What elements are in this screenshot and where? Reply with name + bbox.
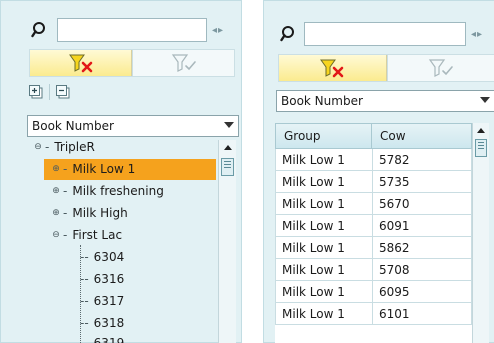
left-apply-filter-button[interactable] xyxy=(132,50,234,76)
tree-leaf-cow[interactable]: -- 6318 xyxy=(80,312,127,333)
collapse-all-icon[interactable] xyxy=(54,83,72,101)
tree-node-label: Milk Low 1 xyxy=(69,160,139,177)
left-search-input[interactable] xyxy=(57,18,207,42)
expand-all-icon[interactable] xyxy=(27,83,45,101)
table-row[interactable]: Milk Low 1 5735 xyxy=(275,171,472,193)
right-search-input[interactable] xyxy=(304,22,466,46)
right-filter-bar xyxy=(278,54,494,82)
cell-cow: 6095 xyxy=(379,284,410,299)
search-icon[interactable] xyxy=(280,24,300,44)
tree-leaf-label: 6304 xyxy=(93,249,125,264)
tree-node-label: Milk High xyxy=(72,205,128,220)
cell-group: Milk Low 1 xyxy=(276,281,373,302)
tree-connector: -- xyxy=(80,335,89,343)
cell-group: Milk Low 1 xyxy=(276,215,373,236)
cell-group: Milk Low 1 xyxy=(276,303,373,324)
table-row[interactable]: Milk Low 1 5862 xyxy=(275,237,472,259)
left-filter-bar xyxy=(29,49,235,77)
table-row[interactable]: Milk Low 1 6095 xyxy=(275,281,472,303)
funnel-check-icon xyxy=(428,59,453,77)
tree-node-milk-high[interactable]: ⊕ - Milk High xyxy=(50,202,131,223)
collapse-node-icon[interactable]: ⊖ xyxy=(32,141,44,153)
right-clear-filter-button[interactable] xyxy=(279,55,387,81)
table-header: Group Cow xyxy=(275,123,472,149)
tree-connector: - xyxy=(63,205,68,220)
search-icon[interactable] xyxy=(31,20,51,40)
left-search-row: ◂▸ xyxy=(31,16,229,44)
tree-node-root[interactable]: ⊖ - TripleR xyxy=(32,136,98,157)
right-dropdown-value: Book Number xyxy=(281,94,363,108)
collapse-node-icon[interactable]: ⊖ xyxy=(50,229,62,241)
tree-node-label: TripleR xyxy=(54,139,95,154)
cow-group-table: Group Cow Milk Low 1 5782 Milk Low 1 573… xyxy=(275,123,472,343)
tree-leaf-cow[interactable]: -- 6317 xyxy=(80,290,127,311)
funnel-clear-icon xyxy=(320,59,344,78)
tree-connector: -- xyxy=(80,293,89,308)
scroll-thumb[interactable] xyxy=(221,158,234,176)
column-header-cow[interactable]: Cow xyxy=(372,124,471,148)
tree-node-first-lac[interactable]: ⊖ - First Lac xyxy=(50,224,125,245)
expand-node-icon[interactable]: ⊕ xyxy=(50,207,62,219)
left-dropdown-value: Book Number xyxy=(32,119,114,133)
tree-connector: -- xyxy=(80,249,89,264)
tree-leaf-label: 6316 xyxy=(93,271,125,286)
scroll-up-arrow-icon[interactable] xyxy=(473,125,489,135)
tree-connector: -- xyxy=(80,315,89,330)
cell-cow: 5735 xyxy=(379,174,410,189)
left-nav-arrows-icon[interactable]: ◂▸ xyxy=(207,25,229,36)
chevron-down-icon[interactable] xyxy=(480,97,490,103)
table-row[interactable]: Milk Low 1 6101 xyxy=(275,303,472,325)
cell-cow: 5782 xyxy=(379,152,410,167)
tree-toolbar xyxy=(27,81,72,103)
cell-cow: 5708 xyxy=(379,262,410,277)
table-row[interactable]: Milk Low 1 5782 xyxy=(275,149,472,171)
tree-leaf-label: 6317 xyxy=(93,293,125,308)
cell-cow: 6091 xyxy=(379,218,410,233)
scroll-up-arrow-icon[interactable] xyxy=(219,142,236,152)
tree-connector: - xyxy=(63,183,68,198)
expand-node-icon[interactable]: ⊕ xyxy=(50,163,62,175)
tree-leaf-cow[interactable]: -- 6304 xyxy=(80,246,127,267)
right-nav-arrows-icon[interactable]: ◂▸ xyxy=(466,29,488,40)
scroll-thumb[interactable] xyxy=(475,139,487,157)
tree-connector: - xyxy=(63,161,68,176)
cell-group: Milk Low 1 xyxy=(276,237,373,258)
left-clear-filter-button[interactable] xyxy=(30,50,132,76)
tree-leaf-cow[interactable]: -- 6316 xyxy=(80,268,127,289)
tree-leaf-label: 6319 xyxy=(93,335,125,343)
tree-leaf-cow[interactable]: -- 6319 xyxy=(80,332,127,343)
tree-connector: -- xyxy=(80,271,89,286)
cell-group: Milk Low 1 xyxy=(276,171,373,192)
right-search-row: ◂▸ xyxy=(280,20,488,48)
right-group-by-dropdown[interactable]: Book Number xyxy=(276,90,494,112)
chevron-down-icon[interactable] xyxy=(224,122,234,128)
right-apply-filter-button[interactable] xyxy=(386,55,494,81)
tree-connector: - xyxy=(63,227,68,242)
tree-node-milk-low-1[interactable]: ⊕ - Milk Low 1 xyxy=(50,158,139,179)
funnel-check-icon xyxy=(171,54,196,72)
cell-cow: 5862 xyxy=(379,240,410,255)
cell-group: Milk Low 1 xyxy=(276,259,373,280)
table-row[interactable]: Milk Low 1 5670 xyxy=(275,193,472,215)
left-group-by-dropdown[interactable]: Book Number xyxy=(27,115,239,137)
tree-node-milk-freshening[interactable]: ⊕ - Milk freshening xyxy=(50,180,167,201)
tree-node-label: First Lac xyxy=(72,227,123,242)
cell-group: Milk Low 1 xyxy=(276,149,373,170)
cell-cow: 6101 xyxy=(379,306,410,321)
tree-node-label: Milk freshening xyxy=(72,183,164,198)
toolbar-divider xyxy=(49,84,50,100)
column-header-group[interactable]: Group xyxy=(276,124,373,148)
funnel-clear-icon xyxy=(68,54,92,73)
table-row[interactable]: Milk Low 1 6091 xyxy=(275,215,472,237)
tree-connector: - xyxy=(45,139,50,154)
expand-node-icon[interactable]: ⊕ xyxy=(50,185,62,197)
table-row[interactable]: Milk Low 1 5708 xyxy=(275,259,472,281)
cell-cow: 5670 xyxy=(379,196,410,211)
tree-scrollbar[interactable] xyxy=(218,140,236,343)
cell-group: Milk Low 1 xyxy=(276,193,373,214)
tree-leaf-label: 6318 xyxy=(93,315,125,330)
herd-tree: ⊖ - TripleR ⊕ - Milk Low 1 ⊕ - Milk fres… xyxy=(26,136,238,343)
table-scrollbar[interactable] xyxy=(472,123,489,343)
